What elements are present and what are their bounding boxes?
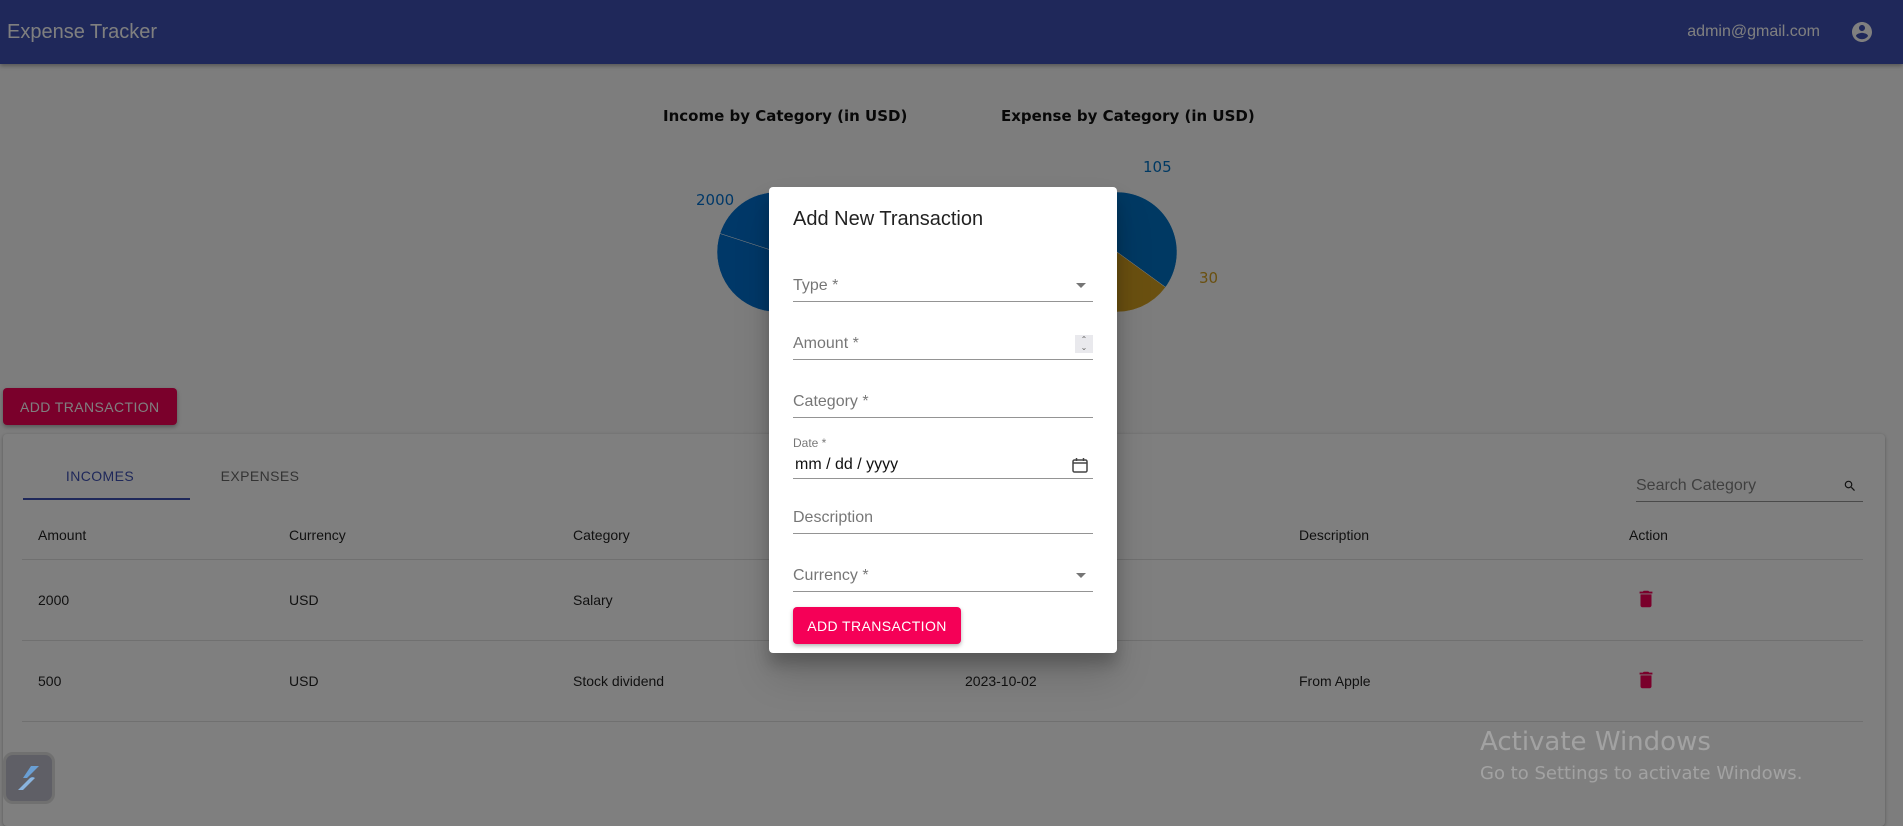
date-placeholder: mm / dd / yyyy (795, 455, 899, 473)
dropdown-arrow-icon (1076, 573, 1086, 578)
submit-transaction-button[interactable]: ADD TRANSACTION (793, 607, 961, 644)
add-transaction-dialog: Add New Transaction Type * Amount * ⌃ ⌄ C… (769, 187, 1117, 653)
date-label: Date * (793, 436, 827, 450)
dialog-title: Add New Transaction (793, 208, 984, 230)
floating-app-button[interactable] (3, 752, 55, 804)
type-select[interactable]: Type * (793, 270, 1093, 302)
description-label: Description (793, 508, 874, 526)
dropdown-arrow-icon (1076, 283, 1086, 288)
currency-label: Currency * (793, 566, 869, 584)
windows-activate-subtitle: Go to Settings to activate Windows. (1480, 763, 1803, 784)
amount-label: Amount * (793, 334, 859, 352)
currency-select[interactable]: Currency * (793, 560, 1093, 592)
windows-activation-watermark: Activate Windows Go to Settings to activ… (1480, 727, 1802, 784)
number-spinner-icon[interactable]: ⌃ ⌄ (1075, 334, 1093, 353)
type-label: Type * (793, 276, 839, 294)
category-input[interactable]: Category * (793, 386, 1093, 418)
date-input[interactable]: mm / dd / yyyy (793, 451, 1093, 479)
category-label: Category * (793, 392, 869, 410)
app-logo-icon (18, 766, 39, 790)
windows-activate-title: Activate Windows (1480, 727, 1711, 757)
calendar-icon[interactable] (1071, 456, 1089, 474)
amount-input[interactable]: Amount * ⌃ ⌄ (793, 328, 1093, 360)
description-input[interactable]: Description (793, 502, 1093, 534)
